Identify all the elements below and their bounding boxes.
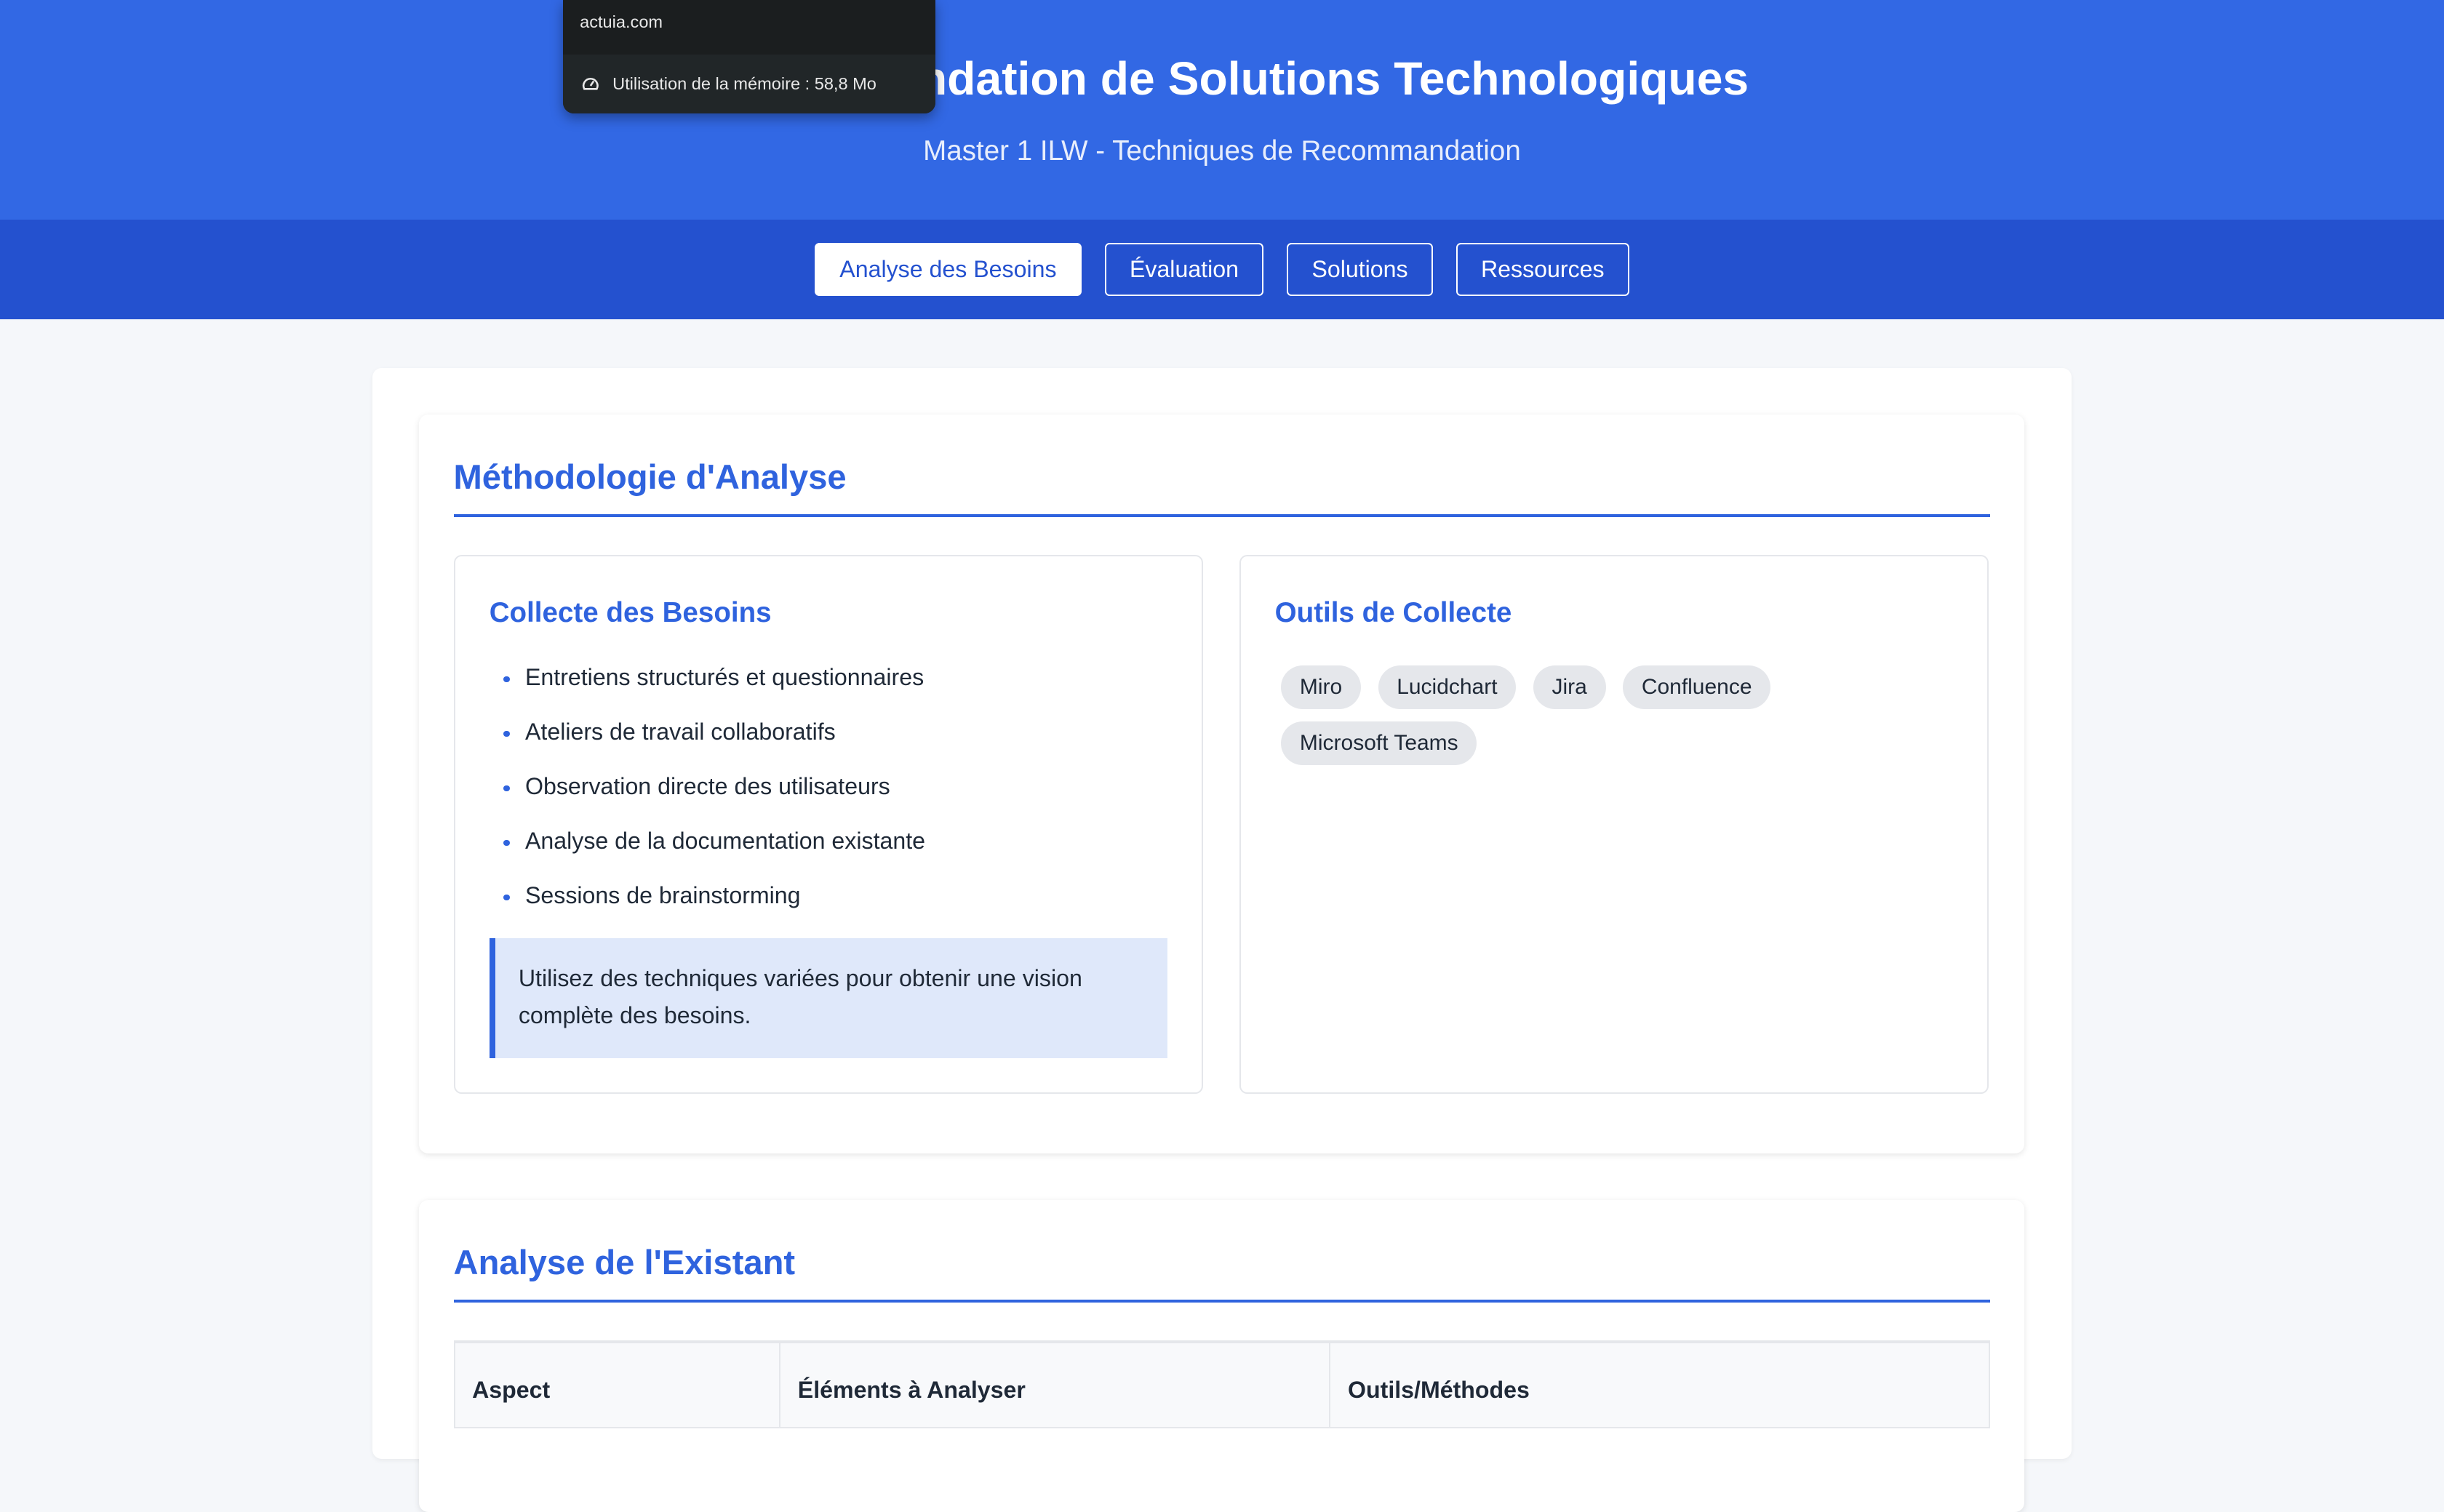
main-nav: Analyse des Besoins Évaluation Solutions…	[0, 220, 2444, 320]
list-item: Observation directe des utilisateurs	[490, 768, 925, 823]
list-item: Analyse de la documentation existante	[490, 823, 925, 877]
section-title: Analyse de l'Existant	[453, 1242, 796, 1281]
section-divider	[453, 1300, 1991, 1303]
tab-hover-tooltip: actuia.com Utilisation de la mémoire : 5…	[562, 0, 935, 114]
collecte-list: Entretiens structurés et questionnaires …	[490, 659, 925, 932]
page-title: Recommandation de Solutions Technologiqu…	[695, 52, 1749, 105]
page-subtitle: Master 1 ILW - Techniques de Recommandat…	[923, 135, 1521, 167]
tag-lucidchart: Lucidchart	[1378, 665, 1517, 709]
column-header: Outils/Méthodes	[1329, 1340, 1991, 1429]
collecte-card: Collecte des Besoins Entretiens structur…	[453, 554, 1204, 1095]
list-item: Entretiens structurés et questionnaires	[490, 659, 925, 713]
methodology-section: Méthodologie d'Analyse Collecte des Beso…	[419, 414, 2025, 1153]
tag-miro: Miro	[1281, 665, 1361, 709]
memory-usage-text: Utilisation de la mémoire : 58,8 Mo	[612, 74, 876, 94]
card-title: Collecte des Besoins	[489, 596, 772, 628]
tooltip-memory: Utilisation de la mémoire : 58,8 Mo	[562, 54, 935, 114]
tab-solutions[interactable]: Solutions	[1287, 243, 1433, 297]
card-title: Outils de Collecte	[1274, 596, 1512, 628]
tag-microsoft-teams: Microsoft Teams	[1281, 721, 1477, 765]
section-title: Méthodologie d'Analyse	[453, 457, 847, 496]
list-item: Sessions de brainstorming	[490, 877, 925, 932]
existant-section: Analyse de l'Existant Aspect Éléments à …	[419, 1199, 2025, 1512]
tab-ressources[interactable]: Ressources	[1455, 243, 1629, 297]
column-header: Éléments à Analyser	[779, 1340, 1331, 1429]
tab-evaluation[interactable]: Évaluation	[1104, 243, 1264, 297]
column-header: Aspect	[453, 1340, 781, 1429]
tab-analyse-besoins[interactable]: Analyse des Besoins	[815, 243, 1082, 297]
tag-jira: Jira	[1533, 665, 1606, 709]
page-header: Recommandation de Solutions Technologiqu…	[0, 0, 2444, 220]
tip-note: Utilisez des techniques variées pour obt…	[489, 937, 1167, 1058]
tool-tags: Miro Lucidchart Jira Confluence Microsof…	[1281, 665, 1936, 765]
list-item: Ateliers de travail collaboratifs	[490, 713, 925, 768]
gauge-icon	[583, 77, 599, 90]
existant-table: Aspect Éléments à Analyser Outils/Méthod…	[453, 1340, 1991, 1429]
tag-confluence: Confluence	[1623, 665, 1771, 709]
table-header-row: Aspect Éléments à Analyser Outils/Méthod…	[453, 1340, 1991, 1429]
section-divider	[453, 514, 1991, 518]
tooltip-site: actuia.com	[580, 12, 663, 32]
outils-card: Outils de Collecte Miro Lucidchart Jira …	[1239, 554, 1989, 1095]
